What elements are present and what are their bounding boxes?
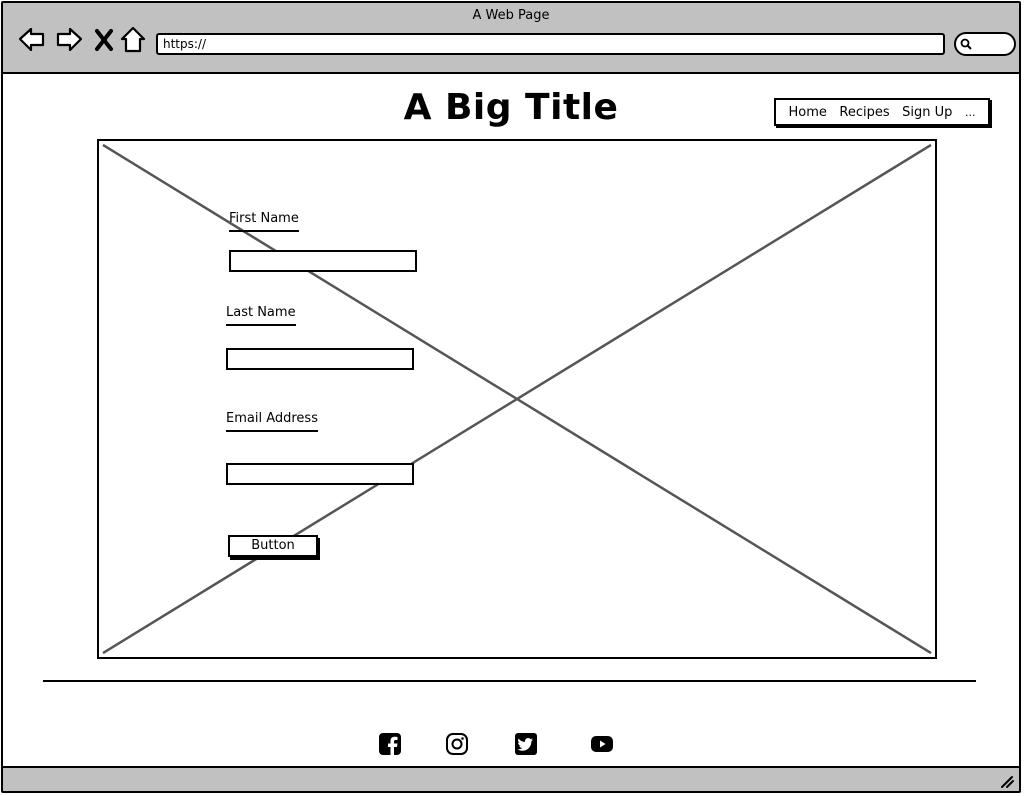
- email-address-label: Email Address: [226, 411, 318, 432]
- submit-button[interactable]: Button: [228, 535, 318, 557]
- facebook-icon[interactable]: [378, 732, 402, 756]
- search-icon: [960, 38, 972, 50]
- twitter-icon[interactable]: [514, 732, 538, 756]
- close-icon[interactable]: [89, 25, 119, 55]
- window-title: A Web Page: [472, 8, 550, 23]
- browser-window: A Web Page https:// A Big Title Home Rec…: [1, 1, 1021, 793]
- search-box[interactable]: [954, 32, 1016, 56]
- instagram-icon[interactable]: [445, 732, 469, 756]
- resize-grip-icon[interactable]: [999, 773, 1015, 789]
- nav-item-sign-up[interactable]: Sign Up: [902, 105, 952, 120]
- browser-toolbar: A Web Page https://: [3, 3, 1019, 74]
- first-name-input[interactable]: [229, 250, 417, 272]
- nav-item-recipes[interactable]: Recipes: [839, 105, 889, 120]
- home-icon[interactable]: [118, 25, 148, 55]
- youtube-icon[interactable]: [590, 732, 614, 756]
- first-name-label: First Name: [229, 211, 299, 232]
- hero-image-placeholder: [97, 139, 937, 659]
- nav-item-home[interactable]: Home: [789, 105, 827, 120]
- last-name-input[interactable]: [226, 348, 414, 370]
- back-arrow-icon[interactable]: [17, 25, 47, 55]
- nav-item-more[interactable]: ...: [965, 106, 976, 119]
- top-nav-menu: Home Recipes Sign Up ...: [774, 98, 990, 126]
- status-bar: [3, 766, 1019, 791]
- email-address-input[interactable]: [226, 463, 414, 485]
- last-name-label: Last Name: [226, 305, 296, 326]
- forward-arrow-icon[interactable]: [54, 25, 84, 55]
- footer-divider: [43, 680, 976, 682]
- address-bar[interactable]: https://: [156, 33, 945, 55]
- image-placeholder-icon: [102, 143, 932, 655]
